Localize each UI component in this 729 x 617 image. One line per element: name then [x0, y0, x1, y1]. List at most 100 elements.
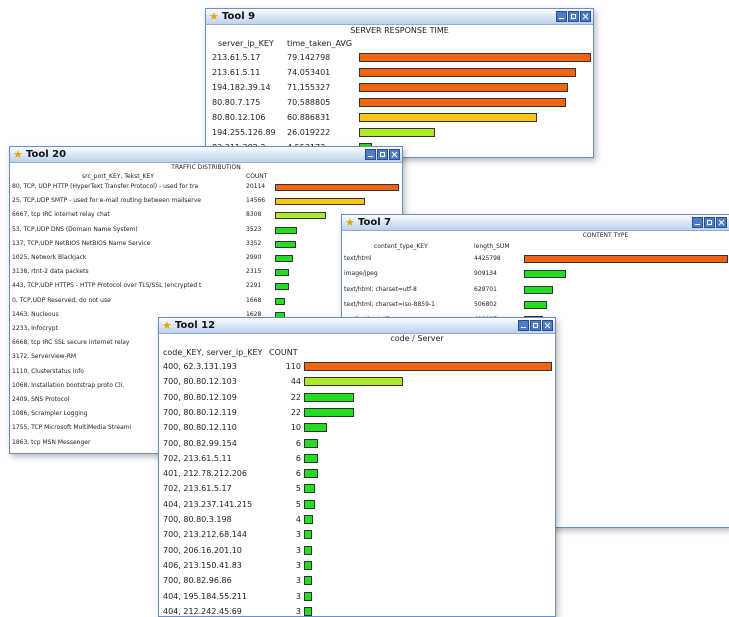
minimize-icon[interactable]	[556, 11, 567, 22]
chart-row: 700, 80.82.96.86 3	[159, 573, 555, 588]
row-value: 20114	[246, 183, 266, 190]
row-value: 909134	[474, 270, 497, 278]
row-value: 74.053401	[287, 68, 331, 77]
row-value: 629701	[474, 285, 497, 293]
row-label: 194.255.126.89	[212, 128, 276, 137]
chart-row: 702, 213.61.5.17 5	[159, 481, 555, 496]
row-value: 4425798	[474, 255, 501, 262]
chart-row: 213.61.5.17 79.142798	[206, 51, 593, 64]
row-label: 1025, Network Blackjack	[12, 254, 87, 261]
chart-row: 700, 80.80.12.103 44	[159, 374, 555, 389]
bar	[304, 392, 354, 402]
tool7-titlebar[interactable]: ★ Tool 7	[342, 215, 729, 231]
row-label: image/jpeg	[344, 270, 378, 278]
row-value: 22	[290, 392, 301, 402]
tool12-titlebar[interactable]: ★ Tool 12	[159, 318, 555, 334]
chart-row: 404, 195.184.55.211 3	[159, 589, 555, 604]
row-label: 194.182.39.14	[212, 83, 271, 92]
column-header-key: content_type_KEY	[374, 243, 428, 250]
chart-row: 213.61.5.11 74.053401	[206, 66, 593, 79]
bar	[304, 453, 318, 463]
bar	[304, 362, 552, 371]
bar	[275, 184, 399, 191]
chart-row: 702, 213.61.5.11 6	[159, 451, 555, 466]
bar	[524, 285, 553, 294]
row-label: 700, 80.80.12.103	[163, 377, 237, 387]
minimize-icon[interactable]	[518, 320, 529, 331]
chart-row: 700, 80.80.12.110 10	[159, 420, 555, 435]
row-value: 6	[295, 453, 301, 463]
tool9-titlebar[interactable]: ★ Tool 9	[206, 9, 593, 25]
row-label: 137, TCP,UDP NetBIOS NetBIOS Name Servic…	[12, 239, 151, 247]
row-value: 14566	[246, 197, 266, 205]
maximize-icon[interactable]	[704, 217, 715, 228]
chart-row: text/html 4425798	[342, 252, 729, 266]
bar	[304, 530, 312, 540]
row-label: 213.61.5.17	[212, 53, 261, 62]
row-label: 700, 80.80.12.109	[163, 392, 237, 402]
bar	[524, 255, 728, 263]
row-label: 53, TCP,UDP DNS (Domain Name System)	[12, 225, 138, 233]
row-value: 22	[290, 407, 301, 417]
tool9-window[interactable]: ★ Tool 9 SERVER RESPONSE TIME server_ip_…	[205, 8, 594, 158]
chart-row: 80.80.12.106 60.886831	[206, 111, 593, 124]
row-value: 10	[290, 423, 301, 433]
bar	[524, 300, 547, 309]
maximize-icon[interactable]	[377, 149, 388, 160]
bar	[304, 499, 315, 509]
row-value: 6	[295, 469, 301, 479]
column-header-value: length_SUM	[474, 243, 510, 250]
row-value: 3	[295, 576, 301, 586]
row-value: 1668	[246, 296, 262, 304]
close-icon[interactable]	[389, 149, 400, 160]
bar	[359, 98, 566, 107]
bar	[275, 212, 326, 220]
chart-row: 401, 212.78.212.206 6	[159, 466, 555, 481]
row-label: 80, TCP, UDP HTTP (HyperText Transfer Pr…	[12, 183, 199, 190]
bar	[304, 606, 312, 616]
tool20-titlebar[interactable]: ★ Tool 20	[10, 147, 402, 163]
bar	[304, 545, 312, 555]
row-value: 26.019222	[287, 128, 331, 137]
row-label: 404, 195.184.55.211	[163, 591, 247, 601]
chart-row: 80.80.7.175 70.588805	[206, 96, 593, 109]
row-label: 700, 80.80.3.198	[163, 515, 232, 524]
row-value: 3	[295, 591, 301, 601]
row-label: 401, 212.78.212.206	[163, 469, 247, 479]
star-icon: ★	[162, 319, 172, 332]
row-value: 70.588805	[287, 98, 331, 107]
bar	[304, 438, 318, 448]
column-header-key: src_port_KEY, Tekst_KEY	[82, 173, 154, 180]
bar	[304, 484, 315, 494]
row-label: 406, 213.150.41.83	[163, 560, 242, 570]
close-icon[interactable]	[542, 320, 553, 331]
maximize-icon[interactable]	[568, 11, 579, 22]
row-label: 404, 213.237.141.215	[163, 499, 253, 509]
bar	[304, 560, 312, 570]
row-label: 6667, tcp IRC internet relay chat	[12, 211, 110, 219]
row-value: 2990	[246, 254, 262, 261]
chart-row: image/jpeg 909134	[342, 267, 729, 281]
row-label: 25, TCP,UDP SMTP - used for e-mail routi…	[12, 197, 201, 205]
close-icon[interactable]	[716, 217, 727, 228]
row-value: 44	[290, 377, 301, 387]
row-label: 700, 80.82.96.86	[163, 576, 232, 586]
chart-row: text/html; charset=utf-8 629701	[342, 283, 729, 297]
row-label: 700, 213.212.68.144	[163, 530, 247, 540]
close-icon[interactable]	[580, 11, 591, 22]
row-label: 700, 206.16.201.10	[163, 545, 242, 555]
bar	[359, 68, 576, 77]
row-label: 700, 80.82.99.154	[163, 438, 237, 448]
chart-row: 406, 213.150.41.83 3	[159, 558, 555, 573]
minimize-icon[interactable]	[692, 217, 703, 228]
row-label: 702, 213.61.5.11	[163, 453, 232, 463]
maximize-icon[interactable]	[530, 320, 541, 331]
tool12-window[interactable]: ★ Tool 12 code / Server code_KEY, server…	[158, 317, 556, 617]
bar	[275, 297, 285, 305]
bar	[275, 255, 293, 262]
row-value: 5	[295, 499, 301, 509]
row-label: 0, TCP,UDP Reserved; do not use	[12, 296, 111, 304]
minimize-icon[interactable]	[365, 149, 376, 160]
bar	[275, 226, 297, 234]
row-label: 213.61.5.11	[212, 68, 261, 77]
